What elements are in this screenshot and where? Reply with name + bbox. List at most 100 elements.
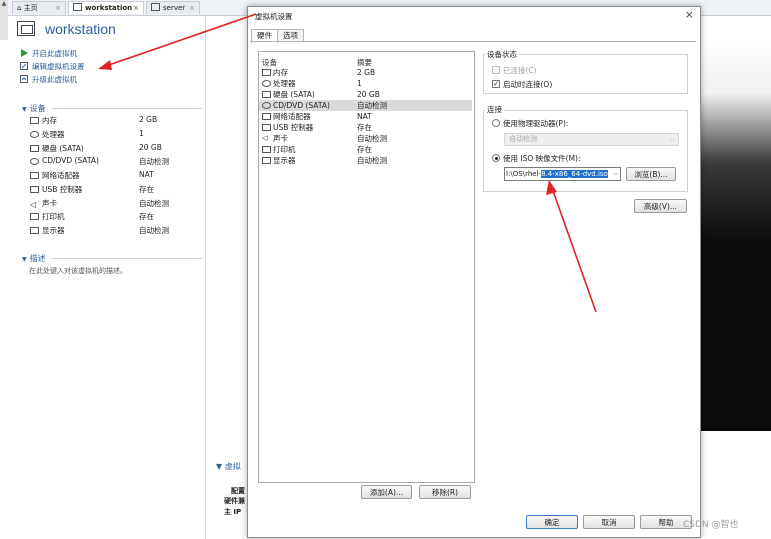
- device-name: 硬盘 (SATA): [273, 90, 315, 99]
- device-summary: 2 GB: [357, 68, 376, 77]
- device-name: 打印机: [273, 145, 296, 154]
- tab-workstation-label: workstation: [85, 4, 133, 12]
- section-divider: [52, 108, 202, 109]
- advanced-button[interactable]: 高级(V)...: [634, 199, 687, 213]
- devices-header: 设备: [29, 104, 46, 113]
- power-on-link[interactable]: 开启此虚拟机: [32, 48, 77, 59]
- device-name-memory[interactable]: 内存: [42, 115, 57, 126]
- device-row-processor[interactable]: 处理器 1: [259, 78, 472, 89]
- device-name-harddisk[interactable]: 硬盘 (SATA): [42, 143, 84, 154]
- processor-icon: [30, 131, 39, 138]
- devices-section-toggle[interactable]: ▼ 设备: [22, 103, 46, 114]
- display-icon: [262, 157, 271, 164]
- network-icon: [30, 172, 39, 179]
- device-row-cd-dvd[interactable]: CD/DVD (SATA) 自动检测: [259, 100, 472, 111]
- device-row-usb[interactable]: USB 控制器 存在: [259, 122, 472, 133]
- device-row-sound[interactable]: ◁ 声卡 自动检测: [259, 133, 472, 144]
- device-name-sound[interactable]: 声卡: [42, 198, 57, 209]
- physical-drive-value: 自动检测: [509, 135, 537, 143]
- tab-home-label: 主页: [23, 4, 38, 12]
- device-summary: 20 GB: [357, 90, 380, 99]
- browse-button[interactable]: 浏览(B)...: [626, 167, 676, 181]
- tab-divider: [250, 41, 696, 42]
- vm-icon: [73, 3, 82, 11]
- device-name: USB 控制器: [273, 123, 314, 132]
- harddisk-icon: [262, 91, 271, 98]
- memory-icon: [30, 117, 39, 124]
- scroll-up-button[interactable]: ▲: [0, 0, 8, 40]
- edit-vm-settings-link[interactable]: 编辑虚拟机设置: [32, 61, 85, 72]
- device-name-usb[interactable]: USB 控制器: [42, 184, 82, 195]
- device-name: CD/DVD (SATA): [273, 101, 330, 110]
- vm-details-section-toggle[interactable]: ▼ 虚拟: [216, 461, 241, 472]
- watermark: CSDN @智也: [683, 520, 739, 530]
- device-name-printer[interactable]: 打印机: [42, 211, 65, 222]
- vm-details-header: 虚拟: [224, 462, 241, 471]
- printer-icon: [30, 213, 39, 220]
- vm-icon: [17, 21, 35, 36]
- display-icon: [30, 227, 39, 234]
- vm-icon: [151, 3, 160, 11]
- vm-settings-dialog: 虚拟机设置 × 硬件 选项 设备 摘要 内存 2 GB 处理器 1 硬盘 (SATA…: [247, 6, 701, 538]
- processor-icon: [262, 80, 271, 87]
- iso-path-prefix: I:\OS\rhel-: [506, 170, 542, 178]
- vm-title: workstation: [45, 21, 116, 37]
- device-row-network[interactable]: 网络适配器 NAT: [259, 111, 472, 122]
- device-list[interactable]: 设备 摘要 内存 2 GB 处理器 1 硬盘 (SATA) 20 GB CD/DVD …: [258, 51, 475, 483]
- device-value-cd-dvd: 自动检测: [139, 157, 169, 166]
- connected-label: 已连接(C): [503, 66, 537, 75]
- close-icon[interactable]: ×: [189, 2, 195, 15]
- arrow-to-edit-settings: [105, 13, 257, 67]
- vm-detail-config: 配置: [231, 487, 245, 495]
- device-name-processor[interactable]: 处理器: [42, 129, 65, 140]
- cancel-button[interactable]: 取消: [583, 515, 635, 529]
- use-iso-radio[interactable]: [492, 154, 500, 162]
- collapse-triangle-icon: ▼: [22, 106, 27, 113]
- play-icon: [21, 49, 28, 57]
- device-row-harddisk[interactable]: 硬盘 (SATA) 20 GB: [259, 89, 472, 100]
- description-section-toggle[interactable]: ▼ 描述: [22, 253, 46, 264]
- tab-server[interactable]: server ×: [146, 1, 200, 14]
- ok-button[interactable]: 确定: [526, 515, 578, 529]
- use-physical-drive-radio[interactable]: [492, 119, 500, 127]
- tab-home[interactable]: ⌂ 主页 ×: [12, 1, 66, 14]
- device-row-memory[interactable]: 内存 2 GB: [259, 67, 472, 78]
- remove-device-button[interactable]: 移除(R): [419, 485, 471, 499]
- device-summary: 自动检测: [357, 134, 387, 143]
- sound-icon: ◁: [30, 200, 37, 209]
- device-name-network[interactable]: 网络适配器: [42, 170, 80, 181]
- connect-at-power-on-checkbox[interactable]: ✓: [492, 80, 500, 88]
- collapse-triangle-icon: ▼: [216, 462, 225, 471]
- memory-icon: [262, 69, 271, 76]
- tab-workstation[interactable]: workstation ×: [68, 1, 144, 14]
- device-summary: 1: [357, 79, 362, 88]
- device-value-printer: 存在: [139, 212, 154, 221]
- device-summary: 存在: [357, 145, 372, 154]
- upgrade-icon: [20, 75, 28, 83]
- device-name-display[interactable]: 显示器: [42, 225, 65, 236]
- connected-checkbox[interactable]: [492, 66, 500, 74]
- physical-drive-select[interactable]: 自动检测 ⌵: [504, 133, 679, 146]
- device-row-display[interactable]: 显示器 自动检测: [259, 155, 472, 166]
- device-value-sound: 自动检测: [139, 199, 169, 208]
- section-divider: [52, 258, 202, 259]
- add-device-button[interactable]: 添加(A)...: [361, 485, 412, 499]
- upgrade-vm-link[interactable]: 升级此虚拟机: [32, 74, 77, 85]
- connect-at-power-on-label: 启动时连接(O): [503, 80, 553, 89]
- chevron-down-icon[interactable]: ⌵: [613, 168, 618, 180]
- vm-detail-hardware-compat: 硬件兼: [224, 497, 245, 505]
- close-icon[interactable]: ×: [685, 8, 694, 21]
- device-name-cd-dvd[interactable]: CD/DVD (SATA): [42, 156, 99, 165]
- cd-dvd-icon: [30, 158, 39, 165]
- vm-preview-gradient: [699, 43, 771, 243]
- device-name: 内存: [273, 68, 288, 77]
- device-value-network: NAT: [139, 170, 154, 179]
- chevron-down-icon: ⌵: [669, 135, 675, 143]
- device-summary: 自动检测: [357, 156, 387, 165]
- close-icon[interactable]: ×: [133, 2, 139, 15]
- close-icon[interactable]: ×: [55, 2, 61, 15]
- use-iso-label: 使用 ISO 映像文件(M):: [503, 154, 581, 163]
- description-placeholder[interactable]: 在此处键入对该虚拟机的描述。: [29, 266, 127, 276]
- device-row-printer[interactable]: 打印机 存在: [259, 144, 472, 155]
- iso-path-input[interactable]: I:\OS\rhel-8.4-x86_64-dvd.iso ⌵: [504, 167, 621, 181]
